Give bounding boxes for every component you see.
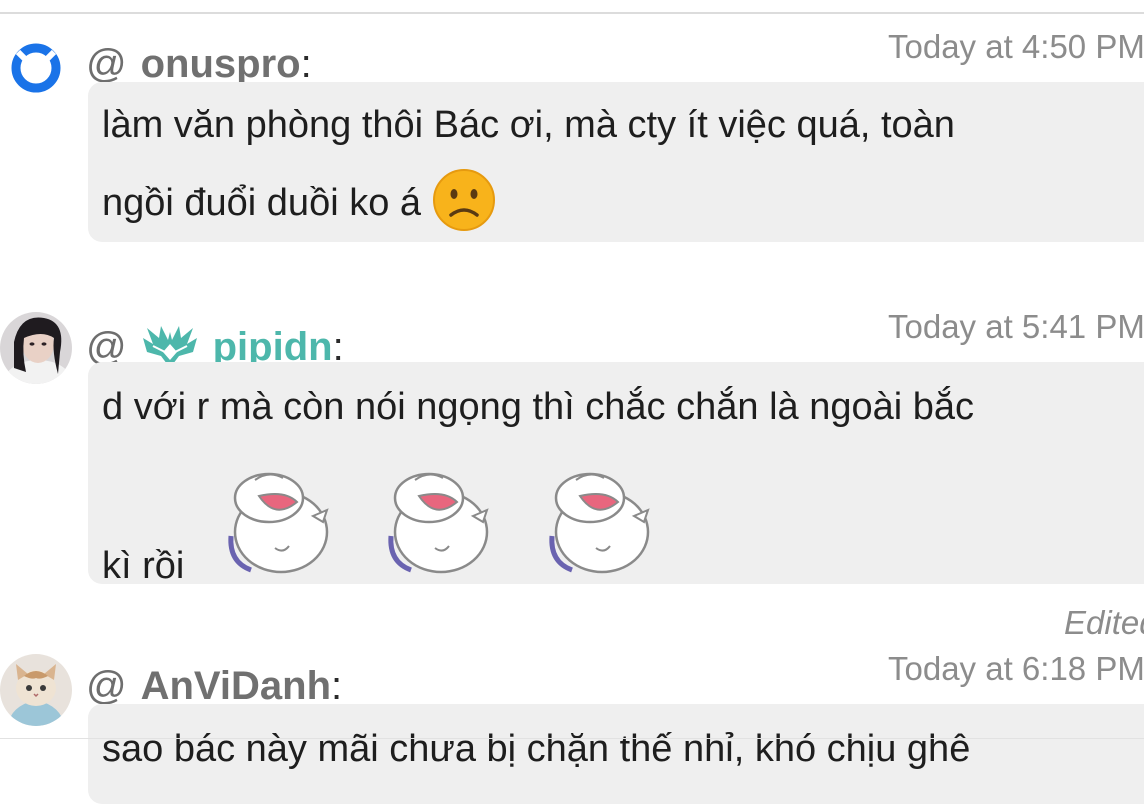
timestamp[interactable]: Today at 5:41 PM (888, 308, 1144, 346)
message-bubble[interactable]: d với r mà còn nói ngọng thì chắc chắn l… (88, 362, 1144, 587)
message-text-line: kì rồi (102, 466, 1144, 588)
bottom-divider (0, 738, 1144, 739)
message-bubble[interactable]: làm văn phòng thôi Bác ơi, mà cty ít việ… (88, 82, 1144, 242)
timestamp[interactable]: Today at 4:50 PM (888, 28, 1144, 66)
user-photo-icon (0, 312, 72, 384)
message-text: ngồi đuổi duồi ko á (102, 182, 422, 225)
onus-ring-logo-icon (0, 30, 72, 102)
message-text-line: d với r mà còn nói ngọng thì chắc chắn l… (102, 386, 975, 428)
laughing-rolling-bun-sticker-icon (546, 466, 658, 588)
message-text-line: sao bác này mãi chưa bị chặn thế nhỉ, kh… (102, 728, 971, 770)
username-onuspro[interactable]: onuspro (141, 42, 301, 87)
mention-at: @ (86, 664, 127, 708)
author-line: @ AnViDanh : (86, 664, 342, 709)
laughing-rolling-bun-sticker-icon (225, 466, 337, 588)
avatar-pipidn[interactable] (0, 312, 72, 384)
message-text: kì rồi (102, 545, 185, 587)
message-text-line: làm văn phòng thôi Bác ơi, mà cty ít việ… (102, 104, 955, 146)
message-bubble[interactable]: sao bác này mãi chưa bị chặn thế nhỉ, kh… (88, 704, 1144, 804)
avatar-anvidanh[interactable] (0, 654, 72, 726)
laughing-rolling-bun-sticker-icon (385, 466, 497, 588)
timestamp[interactable]: Today at 6:18 PM (888, 650, 1144, 688)
slightly-frowning-face-icon (432, 168, 496, 242)
colon: : (331, 664, 343, 708)
username-anvidanh[interactable]: AnViDanh (141, 664, 331, 709)
cat-photo-icon (0, 654, 72, 726)
message-text-line: ngồi đuổi duồi ko á (102, 168, 1144, 242)
avatar-onuspro[interactable] (0, 30, 72, 102)
top-divider (0, 12, 1144, 14)
colon: : (300, 42, 312, 86)
mention-at: @ (86, 42, 127, 86)
author-line: @ onuspro : (86, 42, 312, 87)
edited-label: Edited (1064, 604, 1144, 641)
